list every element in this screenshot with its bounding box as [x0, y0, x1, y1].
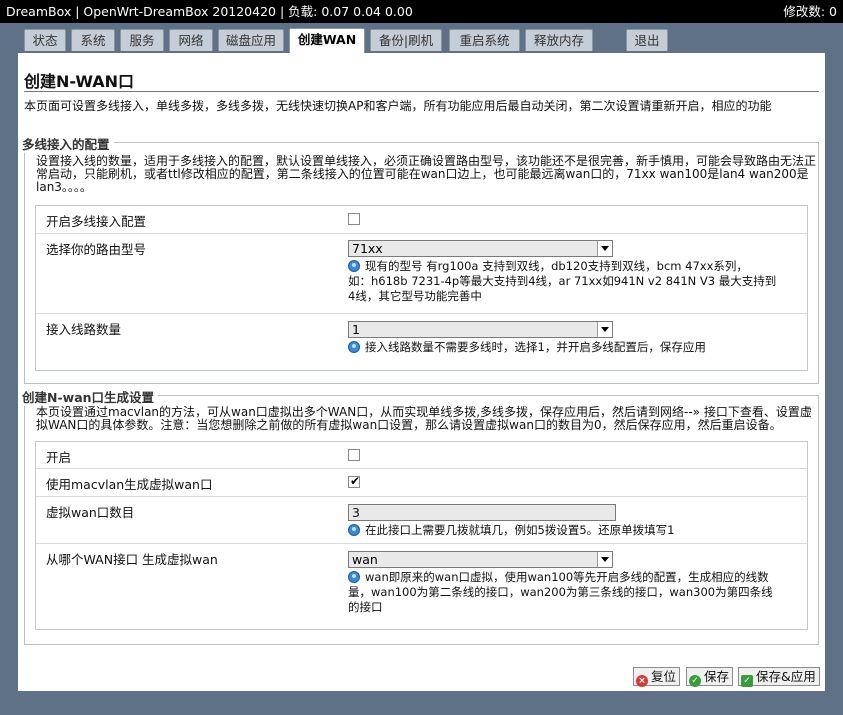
check-icon: ✔ [350, 474, 361, 488]
check-icon: ✓ [689, 675, 701, 687]
field-label: 虚拟wan口数目 [46, 505, 135, 520]
source-wan-value: wan [352, 552, 378, 567]
hint-line: 量，wan100为第二条线的接口，wan200为第三条线的接口，wan300为第… [348, 585, 773, 599]
page-title: 创建N-WAN口 [24, 72, 135, 91]
hint-line: 现有的型号 有rg100a 支持到双线，db120支持到双线，bcm 47xx系… [365, 259, 748, 273]
apply-icon: ✓ [741, 675, 753, 687]
source-wan-select[interactable]: wan [348, 551, 613, 568]
source-wan-hint: wan即原来的wan口虚拟，使用wan100等先开启多线的配置，生成相应的线数 … [348, 570, 798, 615]
macvlan-checkbox[interactable]: ✔ [348, 474, 361, 488]
hint-line: wan即原来的wan口虚拟，使用wan100等先开启多线的配置，生成相应的线数 [365, 570, 769, 584]
chevron-down-icon [597, 241, 612, 256]
tab-backup-flash[interactable]: 备份|刷机 [370, 29, 442, 51]
content-panel: 创建N-WAN口 本页面可设置多线接入，单线多拨，多线多拨，无线快速切换AP和客… [18, 53, 825, 691]
hint-line: 的接口 [348, 600, 383, 614]
field-label: 接入线路数量 [46, 322, 122, 337]
top-bar: DreamBox | OpenWrt-DreamBox 20120420 | 负… [0, 0, 843, 23]
virtual-wan-count-value: 3 [352, 505, 360, 520]
chevron-down-icon [597, 552, 612, 567]
save-apply-button[interactable]: ✓ 保存&应用 [738, 667, 820, 687]
info-icon [348, 571, 360, 583]
line-count-select[interactable]: 1 [348, 321, 613, 338]
hint-line: 4线，其它型号功能完善中 [348, 289, 482, 303]
tab-services[interactable]: 服务 [120, 29, 164, 51]
tab-network[interactable]: 网络 [169, 29, 213, 51]
save-apply-label: 保存&应用 [756, 669, 816, 684]
field-label: 选择你的路由型号 [46, 242, 147, 257]
multiline-config-section: 多线接入的配置 设置接入线的数量，适用于多线接入的配置，默认设置单线接入，必须正… [18, 134, 819, 384]
field-label: 开启 [46, 450, 72, 465]
form-row-enable-multiline: 开启多线接入配置 [36, 206, 807, 234]
tab-logout[interactable]: 退出 [626, 29, 668, 51]
changes-counter[interactable]: 修改数: 0 [783, 0, 837, 23]
line-count-hint: 接入线路数量不需要多线时，选择1，并开启多线配置后，保存应用 [348, 340, 798, 355]
enable-multiline-checkbox[interactable] [348, 213, 360, 225]
form-row-virtual-wan-count: 虚拟wan口数目 3 在此接口上需要几拨就填几，例如5拨设置5。还原单拨填写1 [36, 497, 807, 544]
info-icon [348, 341, 360, 353]
form-row-source-wan: 从哪个WAN接口 生成虚拟wan wan wan即原来的wan口虚拟，使用wan… [36, 544, 807, 631]
info-icon [348, 524, 360, 536]
hint-line: 如：h618b 7231-4p等最大支持到4线，ar 71xx如941N v2 … [348, 274, 777, 288]
tab-disk-apps[interactable]: 磁盘应用 [218, 29, 284, 51]
form-row-enable: 开启 [36, 442, 807, 469]
tab-system[interactable]: 系统 [71, 29, 115, 51]
tab-status[interactable]: 状态 [24, 29, 66, 51]
section-description: 本页设置通过macvlan的方法，可从wan口虚拟出多个WAN口，从而实现单线多… [36, 405, 812, 432]
section-description: 设置接入线的数量，适用于多线接入的配置，默认设置单线接入，必须正确设置路由型号，… [36, 154, 817, 194]
nwan-generate-section: 创建N-wan口生成设置 本页设置通过macvlan的方法，可从wan口虚拟出多… [18, 387, 819, 645]
tab-free-memory[interactable]: 释放内存 [525, 29, 593, 51]
line-count-value: 1 [352, 322, 360, 337]
form-row-line-count: 接入线路数量 1 接入线路数量不需要多线时，选择1，并开启多线配置后，保存应用 [36, 314, 807, 372]
hint-line: 在此接口上需要几拨就填几，例如5拨设置5。还原单拨填写1 [365, 523, 675, 537]
reset-label: 复位 [651, 669, 677, 684]
hint-line: 接入线路数量不需要多线时，选择1，并开启多线配置后，保存应用 [365, 340, 706, 354]
field-label: 从哪个WAN接口 生成虚拟wan [46, 552, 218, 567]
form-row-router-model: 选择你的路由型号 71xx 现有的型号 有rg100a 支持到双线，db120支… [36, 234, 807, 314]
page-description: 本页面可设置多线接入，单线多拨，多线多拨，无线快速切换AP和客户端，所有功能应用… [24, 99, 772, 113]
field-label: 开启多线接入配置 [46, 214, 147, 229]
virtual-wan-count-hint: 在此接口上需要几拨就填几，例如5拨设置5。还原单拨填写1 [348, 523, 798, 538]
multiline-form: 开启多线接入配置 选择你的路由型号 71xx 现有的型号 有rg100a 支持到… [35, 205, 808, 371]
reset-button[interactable]: × 复位 [633, 667, 681, 687]
field-label: 使用macvlan生成虚拟wan口 [46, 477, 213, 492]
save-label: 保存 [704, 669, 730, 684]
router-model-select[interactable]: 71xx [348, 240, 613, 257]
section-legend: 创建N-wan口生成设置 [18, 387, 159, 406]
virtual-wan-count-input[interactable]: 3 [348, 504, 616, 521]
tab-create-wan[interactable]: 创建WAN [289, 28, 365, 53]
router-model-value: 71xx [352, 241, 383, 256]
form-row-macvlan: 使用macvlan生成虚拟wan口 ✔ [36, 469, 807, 497]
enable-checkbox[interactable] [348, 449, 360, 461]
section-legend: 多线接入的配置 [18, 134, 114, 153]
save-button[interactable]: ✓ 保存 [686, 667, 734, 687]
main-tabs: 状态 系统 服务 网络 磁盘应用 创建WAN 备份|刷机 重启系统 释放内存 退… [0, 28, 843, 53]
info-icon [348, 260, 360, 272]
reset-icon: × [636, 675, 648, 687]
nwan-form: 开启 使用macvlan生成虚拟wan口 ✔ 虚拟wan口数目 3 在此接口上需… [35, 441, 808, 630]
router-status-title: DreamBox | OpenWrt-DreamBox 20120420 | 负… [6, 4, 413, 19]
router-model-hint: 现有的型号 有rg100a 支持到双线，db120支持到双线，bcm 47xx系… [348, 259, 798, 304]
title-divider [24, 91, 819, 92]
chevron-down-icon [597, 322, 612, 337]
tab-reboot[interactable]: 重启系统 [449, 29, 520, 51]
